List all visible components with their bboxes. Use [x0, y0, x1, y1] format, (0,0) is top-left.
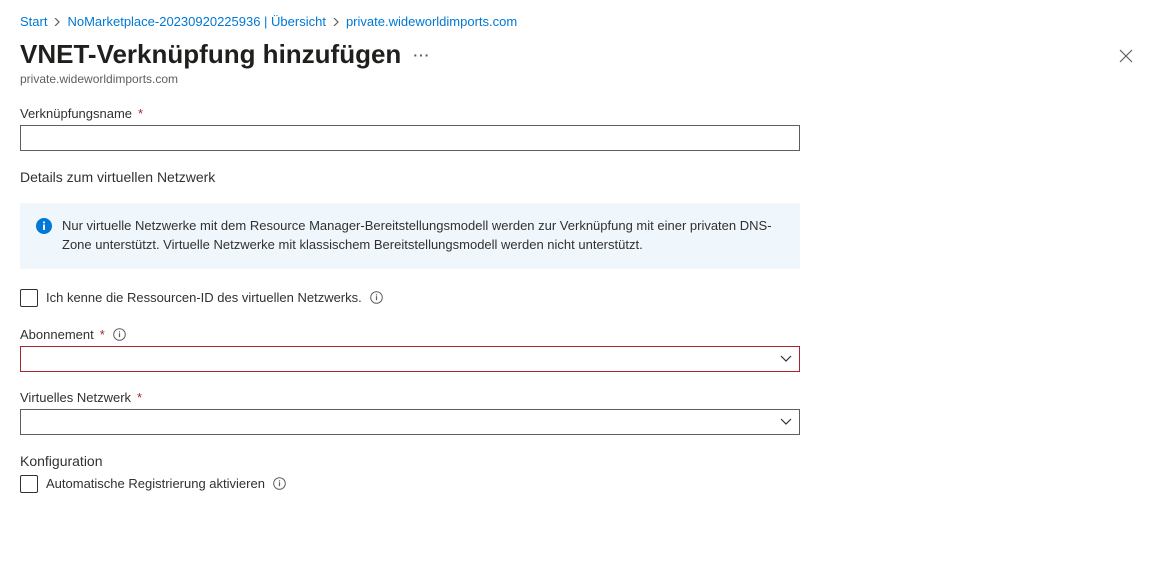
required-indicator: *	[137, 390, 142, 405]
info-banner: Nur virtuelle Netzwerke mit dem Resource…	[20, 203, 800, 269]
help-icon[interactable]	[113, 328, 126, 341]
more-actions-button[interactable]: ···	[413, 47, 430, 63]
subscription-label: Abonnement*	[20, 327, 800, 342]
required-indicator: *	[100, 327, 105, 342]
auto-register-label: Automatische Registrierung aktivieren	[46, 476, 265, 491]
breadcrumb-item-start[interactable]: Start	[20, 14, 47, 29]
vnet-label: Virtuelles Netzwerk*	[20, 390, 800, 405]
breadcrumb: Start NoMarketplace-20230920225936 | Übe…	[20, 14, 1137, 29]
breadcrumb-item-marketplace[interactable]: NoMarketplace-20230920225936 | Übersicht	[67, 14, 325, 29]
auto-register-checkbox[interactable]	[20, 475, 38, 493]
info-banner-text: Nur virtuelle Netzwerke mit dem Resource…	[62, 217, 784, 255]
breadcrumb-item-private-zone[interactable]: private.wideworldimports.com	[346, 14, 517, 29]
chevron-right-icon	[53, 18, 61, 26]
link-name-input[interactable]	[20, 125, 800, 151]
vnet-details-heading: Details zum virtuellen Netzwerk	[20, 169, 800, 185]
link-name-label: Verknüpfungsname*	[20, 106, 800, 121]
page-subtitle: private.wideworldimports.com	[20, 72, 430, 86]
info-icon	[36, 217, 52, 234]
subscription-select[interactable]	[20, 346, 800, 372]
chevron-right-icon	[332, 18, 340, 26]
know-resource-id-checkbox[interactable]	[20, 289, 38, 307]
page-title: VNET-Verknüpfung hinzufügen ···	[20, 39, 430, 70]
help-icon[interactable]	[370, 291, 383, 304]
required-indicator: *	[138, 106, 143, 121]
know-resource-id-label: Ich kenne die Ressourcen-ID des virtuell…	[46, 290, 362, 305]
vnet-select[interactable]	[20, 409, 800, 435]
help-icon[interactable]	[273, 477, 286, 490]
page-title-text: VNET-Verknüpfung hinzufügen	[20, 39, 401, 70]
close-button[interactable]	[1115, 45, 1137, 67]
config-heading: Konfiguration	[20, 453, 800, 469]
